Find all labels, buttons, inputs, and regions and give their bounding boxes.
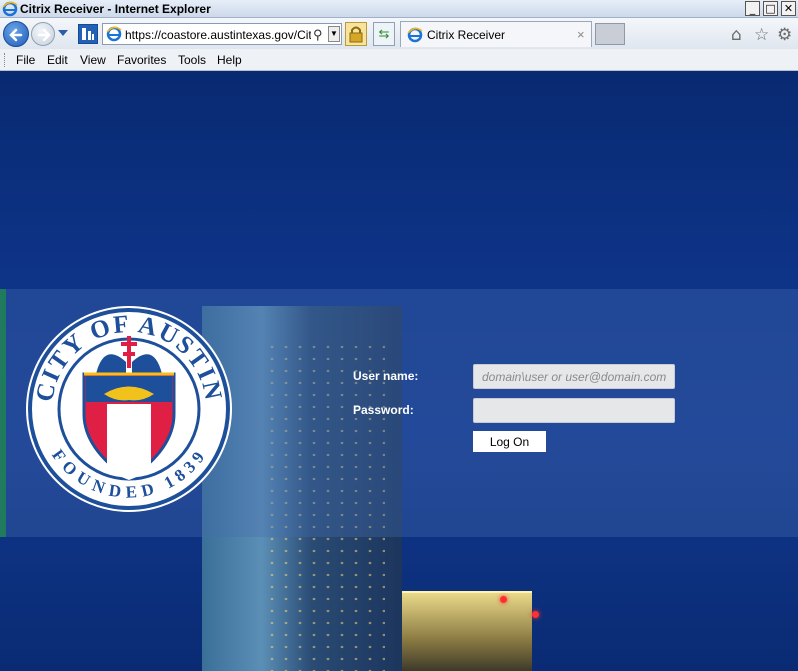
security-lock-button[interactable] bbox=[345, 22, 367, 46]
forward-button[interactable] bbox=[31, 22, 55, 46]
red-beacon-light bbox=[500, 596, 507, 603]
tab-citrix-receiver[interactable]: Citrix Receiver × bbox=[400, 21, 592, 47]
menu-edit[interactable]: Edit bbox=[47, 53, 68, 67]
home-icon[interactable]: ⌂ bbox=[731, 25, 742, 45]
back-arrow-icon bbox=[9, 28, 23, 42]
address-bar[interactable]: https://coastore.austintexas.gov/Citrix … bbox=[102, 23, 342, 45]
username-field[interactable] bbox=[473, 364, 675, 389]
forward-arrow-icon bbox=[37, 28, 51, 42]
window-title: Citrix Receiver - Internet Explorer bbox=[20, 2, 211, 16]
minimize-button[interactable]: _ bbox=[745, 1, 760, 16]
password-field[interactable] bbox=[473, 398, 675, 423]
address-dropdown-icon[interactable]: ▼ bbox=[328, 26, 340, 42]
tools-gear-icon[interactable]: ⚙ bbox=[777, 25, 792, 45]
menu-favorites[interactable]: Favorites bbox=[117, 53, 166, 67]
maximize-button[interactable]: □ bbox=[763, 1, 778, 16]
back-button[interactable] bbox=[3, 21, 29, 47]
lit-building bbox=[402, 591, 532, 671]
navigation-bar: https://coastore.austintexas.gov/Citrix … bbox=[0, 18, 798, 49]
log-on-button[interactable]: Log On bbox=[473, 431, 546, 452]
password-label: Password: bbox=[353, 403, 414, 417]
red-beacon-light bbox=[532, 611, 539, 618]
refresh-button[interactable]: ⇆ bbox=[373, 22, 395, 46]
menu-grip bbox=[4, 53, 6, 67]
new-tab-button[interactable] bbox=[595, 23, 625, 45]
search-icon[interactable]: ⚲ bbox=[313, 27, 323, 43]
menu-tools[interactable]: Tools bbox=[178, 53, 206, 67]
ie-tab-icon bbox=[407, 27, 423, 43]
username-label: User name: bbox=[353, 369, 419, 383]
lock-icon bbox=[349, 26, 363, 43]
url-text[interactable]: https://coastore.austintexas.gov/Citrix bbox=[125, 28, 311, 42]
menu-bar: File Edit View Favorites Tools Help bbox=[0, 49, 798, 71]
close-window-button[interactable]: ✕ bbox=[781, 1, 796, 16]
ie-page-icon bbox=[106, 26, 122, 42]
menu-file[interactable]: File bbox=[16, 53, 35, 67]
tab-close-icon[interactable]: × bbox=[577, 27, 585, 42]
menu-view[interactable]: View bbox=[80, 53, 106, 67]
ie-logo-icon bbox=[2, 1, 18, 17]
menu-help[interactable]: Help bbox=[217, 53, 242, 67]
compatibility-view-icon[interactable] bbox=[78, 24, 98, 44]
tab-title: Citrix Receiver bbox=[427, 28, 506, 42]
accent-edge bbox=[0, 289, 6, 537]
window-title-bar: Citrix Receiver - Internet Explorer _ □ … bbox=[0, 0, 798, 18]
favorites-star-icon[interactable]: ☆ bbox=[754, 25, 769, 45]
recent-pages-dropdown[interactable] bbox=[58, 30, 68, 36]
page-content: CITY OF AUSTIN FOUNDED 1839 User name: P… bbox=[0, 71, 798, 671]
city-of-austin-seal: CITY OF AUSTIN FOUNDED 1839 bbox=[26, 306, 232, 512]
